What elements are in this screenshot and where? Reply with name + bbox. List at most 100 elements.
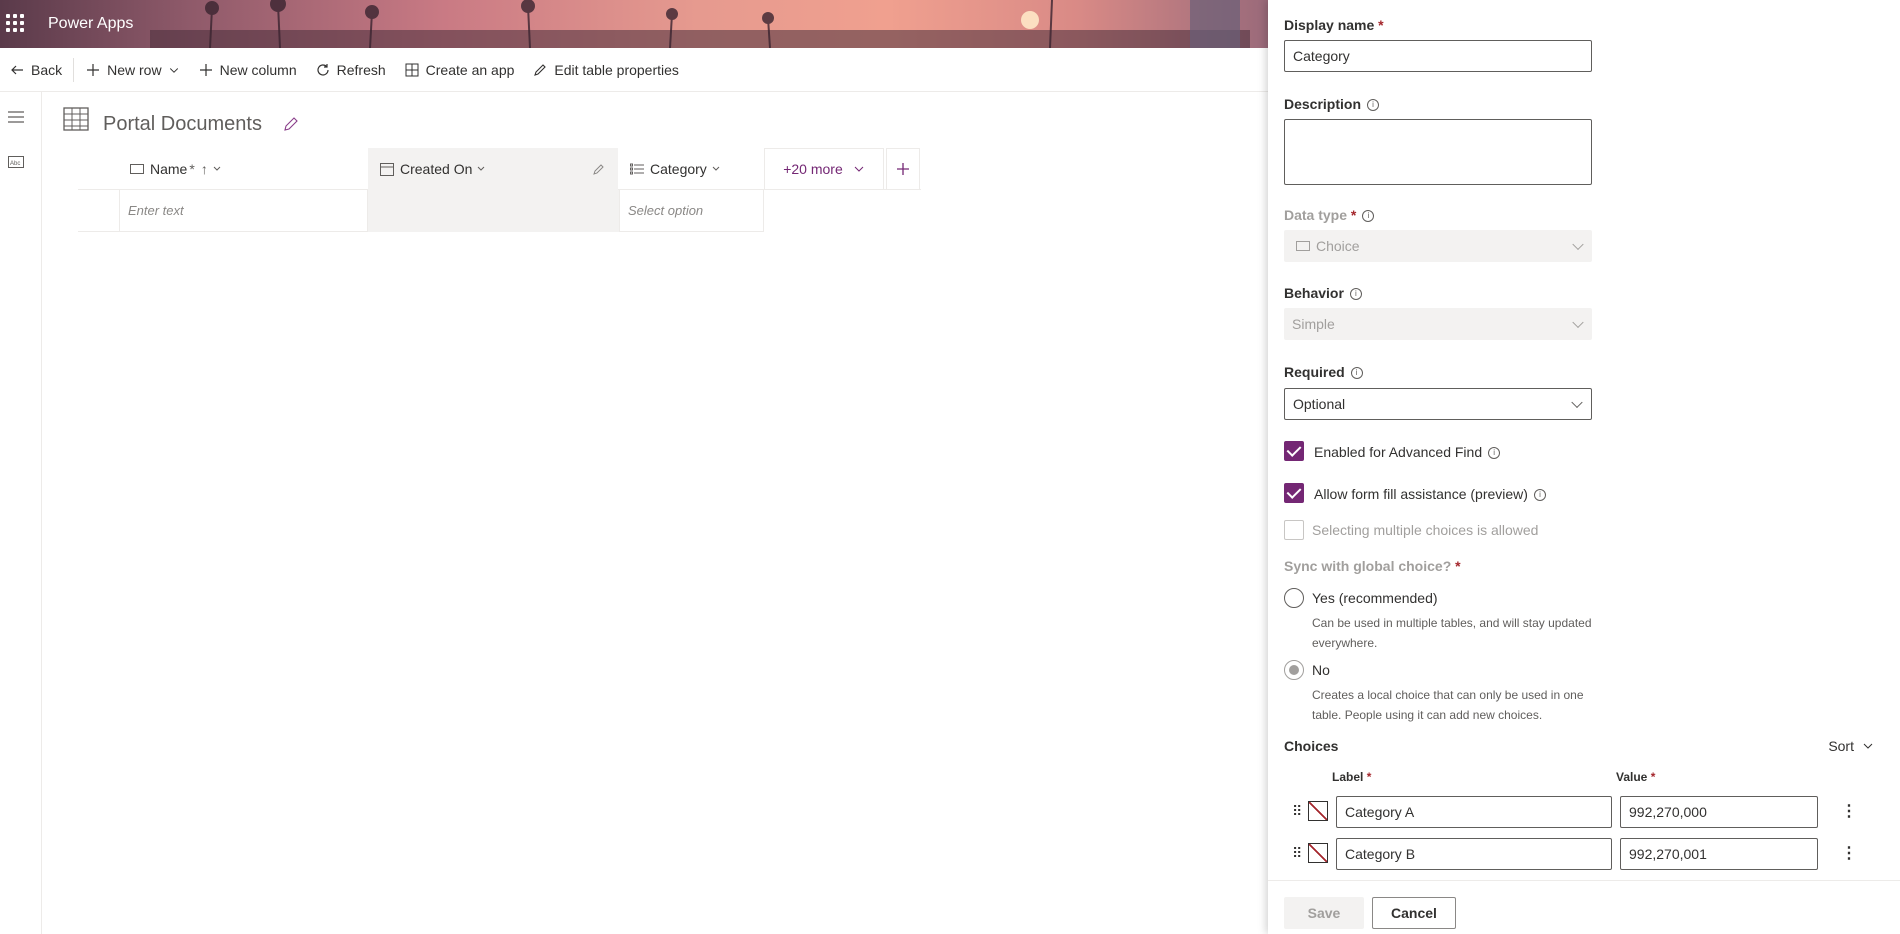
data-type-select: Choice [1284,230,1592,262]
command-bar: Back New row New column Refresh Create a… [0,48,1268,92]
create-app-button[interactable]: Create an app [395,48,524,92]
panel-footer: Save Cancel [1268,880,1900,934]
chevron-down-icon [1572,238,1584,251]
choice-list-icon [630,163,644,175]
app-title[interactable]: Power Apps [48,15,133,33]
more-columns-button[interactable]: +20 more [764,148,884,190]
drag-handle-icon[interactable]: ⠿ [1292,845,1302,862]
refresh-button[interactable]: Refresh [306,48,395,92]
yes-description-line-1: Can be used in multiple tables, and will… [1312,616,1592,630]
chevron-down-icon [854,166,864,172]
refresh-icon [317,63,329,76]
app-header: Power Apps [0,0,1268,48]
info-icon[interactable]: i [1350,367,1363,380]
plus-icon [87,63,100,76]
label-column-header: Label * [1332,770,1372,784]
info-icon[interactable]: i [1488,447,1501,460]
pencil-icon [534,63,547,76]
color-swatch-icon[interactable] [1308,843,1328,863]
sort-label: Sort [1828,738,1854,754]
chevron-down-icon[interactable] [168,62,180,78]
back-button[interactable]: Back [0,48,71,92]
divider [73,57,75,82]
create-app-label: Create an app [425,61,515,78]
color-swatch-icon[interactable] [1308,801,1328,821]
chevron-down-icon [213,166,221,171]
edit-column-panel: Display name * Category Description i Dat… [1268,0,1900,934]
locked-edit-icon [593,164,604,175]
choice-label-input[interactable]: Category B [1336,838,1612,870]
svg-text:Abc: Abc [10,161,20,167]
chevron-down-icon [712,166,720,171]
required-marker: * [189,161,195,177]
data-type-label: Data type * i [1284,207,1375,223]
save-button[interactable]: Save [1284,897,1364,929]
new-column-button[interactable]: New column [189,48,306,92]
new-row-button[interactable]: New row [76,48,188,92]
no-description-line-2: table. People using it can add new choic… [1312,708,1543,722]
no-radio[interactable] [1284,660,1304,680]
column-category-label: Category [650,161,707,177]
cancel-button[interactable]: Cancel [1372,897,1456,929]
value-column-header: Value * [1616,770,1656,784]
info-icon[interactable]: i [1533,489,1546,502]
yes-recommended-label: Yes (recommended) [1312,590,1438,606]
edit-table-properties-button[interactable]: Edit table properties [523,48,688,92]
info-icon[interactable]: i [1367,99,1380,112]
column-header-name[interactable]: Name * ↑ [130,148,222,190]
yes-recommended-radio[interactable] [1284,588,1304,608]
required-select[interactable]: Optional [1284,388,1592,420]
new-row-label: New row [107,61,162,78]
display-name-input[interactable]: Category [1284,40,1592,72]
category-cell-select[interactable]: Select option [620,189,764,232]
more-options-icon[interactable]: ⋮ [1841,801,1857,821]
calendar-icon [380,163,394,176]
sort-ascending-icon: ↑ [200,161,208,177]
multiple-choices-checkbox [1284,520,1304,540]
info-icon[interactable]: i [1349,288,1362,301]
app-launcher-icon[interactable] [6,14,24,32]
page-title: Portal Documents [103,113,262,135]
plus-icon [897,163,909,175]
chevron-down-icon [1572,316,1584,329]
text-column-icon [130,164,144,174]
no-description-line-1: Creates a local choice that can only be … [1312,688,1584,702]
text-field-icon[interactable]: Abc [8,156,24,168]
choice-value-input[interactable]: 992,270,000 [1620,796,1818,828]
choice-label-input[interactable]: Category A [1336,796,1612,828]
row-selector[interactable] [78,189,120,232]
description-textarea[interactable] [1284,119,1592,185]
advanced-find-label: Enabled for Advanced Find i [1314,444,1501,460]
data-type-value: Choice [1316,238,1360,254]
no-label: No [1312,662,1330,678]
advanced-find-checkbox[interactable] [1284,441,1304,461]
form-fill-label: Allow form fill assistance (preview) i [1314,486,1546,502]
sort-button[interactable]: Sort [1828,738,1874,754]
refresh-label: Refresh [336,61,386,78]
column-name-label: Name [150,161,188,177]
header-background-image [150,0,1250,48]
info-icon[interactable]: i [1362,210,1375,223]
choices-label: Choices [1284,738,1339,754]
behavior-select: Simple [1284,308,1592,340]
behavior-label: Behavior i [1284,285,1362,301]
name-cell-input[interactable]: Enter text [120,189,368,232]
yes-description-line-2: everywhere. [1312,636,1378,650]
required-label: Required i [1284,364,1363,380]
behavior-value: Simple [1292,316,1335,332]
drag-handle-icon[interactable]: ⠿ [1292,803,1302,820]
add-column-button[interactable] [886,148,920,190]
column-header-category[interactable]: Category [630,148,721,190]
sync-global-choice-label: Sync with global choice? * [1284,558,1461,574]
back-arrow-icon [11,65,23,74]
chevron-down-icon [1863,743,1873,749]
app-grid-icon [405,63,419,76]
edit-title-pencil-icon[interactable] [283,116,299,132]
form-fill-checkbox[interactable] [1284,483,1304,503]
more-options-icon[interactable]: ⋮ [1841,843,1857,863]
hamburger-menu-icon[interactable] [8,110,24,124]
new-row: Enter text Select option [78,189,764,232]
choice-value-input[interactable]: 992,270,001 [1620,838,1818,870]
table-icon [63,107,89,131]
column-header-created-on[interactable]: Created On [368,148,618,190]
